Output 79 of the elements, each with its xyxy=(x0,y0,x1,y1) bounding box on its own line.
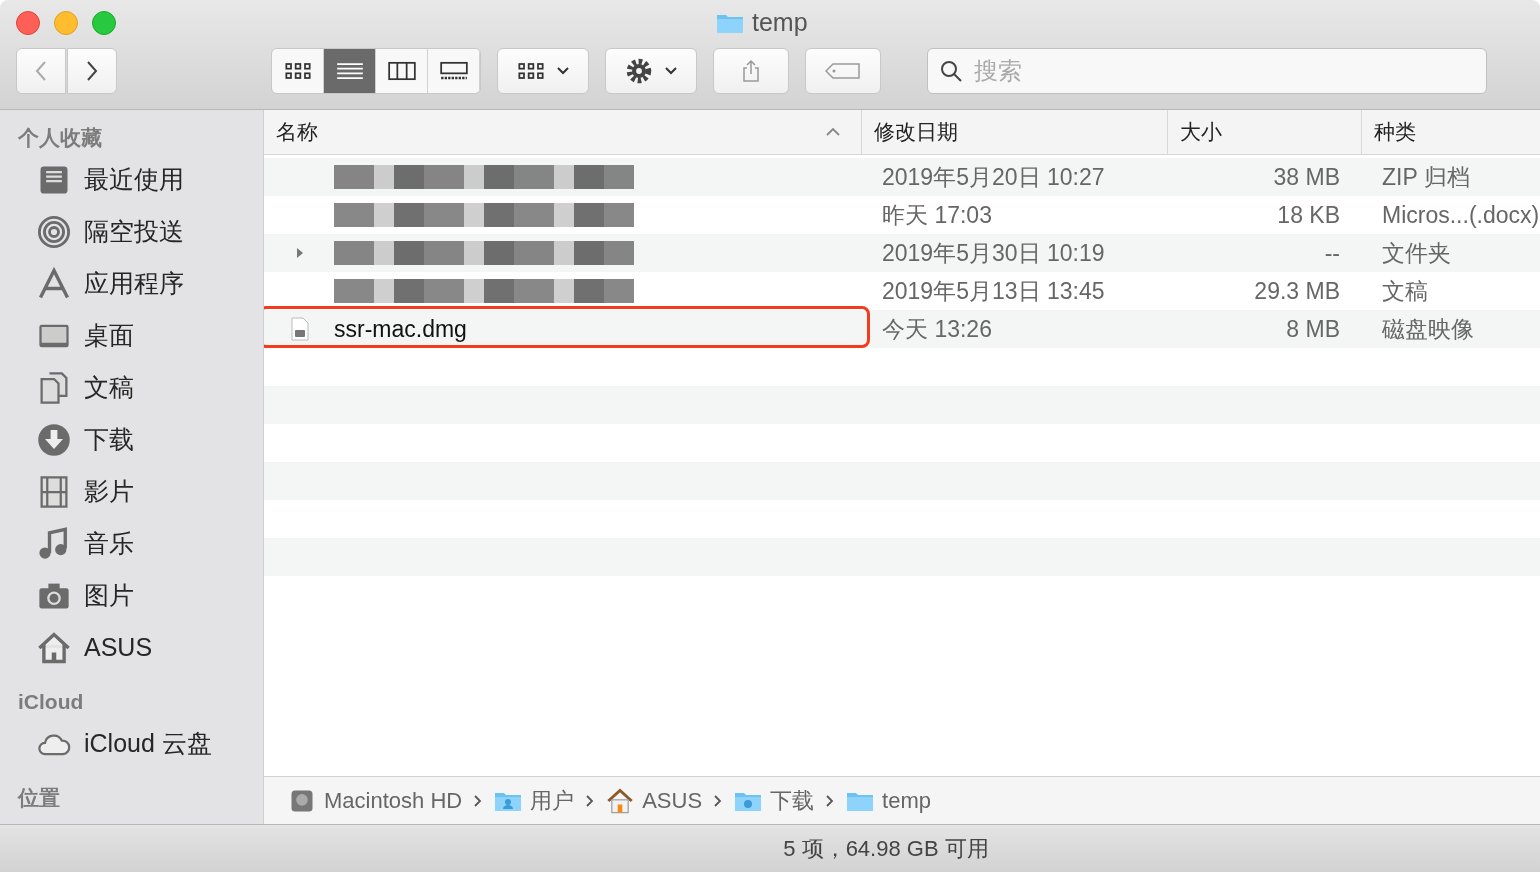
view-mode-button[interactable] xyxy=(272,49,324,93)
share-button[interactable] xyxy=(713,48,789,94)
icon-grid-icon xyxy=(283,61,312,81)
search-icon xyxy=(939,59,963,83)
forward-button[interactable] xyxy=(67,48,117,94)
zoom-button[interactable] xyxy=(92,11,116,35)
chevron-right-icon xyxy=(826,794,835,807)
action-menu-button[interactable] xyxy=(605,48,697,94)
modified-date: 昨天 17:03 xyxy=(881,200,993,230)
file-size: 8 MB xyxy=(1285,314,1341,344)
sidebar-item[interactable]: iCloud 云盘 xyxy=(0,718,263,770)
group-by-button[interactable] xyxy=(497,48,589,94)
path-item[interactable]: temp xyxy=(846,784,931,817)
file-kind: 磁盘映像 xyxy=(1381,314,1475,344)
file-row[interactable]: 2019年5月20日 10:27 38 MB ZIP 归档 xyxy=(264,158,1540,196)
modified-date: 今天 13:26 xyxy=(881,314,993,344)
columns-icon xyxy=(387,61,416,81)
file-kind: ZIP 归档 xyxy=(1381,162,1471,192)
sort-ascending-icon xyxy=(825,128,841,136)
file-size: 29.3 MB xyxy=(1253,276,1341,306)
sidebar-item[interactable]: 文稿 xyxy=(0,362,263,414)
sidebar-item[interactable]: ASUS xyxy=(0,622,263,674)
modified-date: 2019年5月30日 10:19 xyxy=(881,238,1106,268)
sidebar-item[interactable]: 图片 xyxy=(0,570,263,622)
column-header[interactable]: 名称 xyxy=(264,110,862,154)
column-header[interactable]: 种类 xyxy=(1362,110,1540,154)
sidebar-item[interactable]: 应用程序 xyxy=(0,258,263,310)
path-item[interactable]: ASUS xyxy=(606,784,703,817)
column-header[interactable]: 修改日期 xyxy=(862,110,1168,154)
sidebar-item[interactable]: 桌面 xyxy=(0,310,263,362)
sidebar-item[interactable]: 影片 xyxy=(0,466,263,518)
disclosure-triangle-icon[interactable] xyxy=(296,247,304,259)
close-button[interactable] xyxy=(16,11,40,35)
chevron-left-icon xyxy=(35,61,47,81)
icon-grid-icon xyxy=(517,61,545,81)
modified-date: 2019年5月13日 13:45 xyxy=(881,276,1106,306)
view-mode-button[interactable] xyxy=(376,49,428,93)
chevron-down-icon xyxy=(557,67,569,75)
path-item[interactable]: 用户 xyxy=(494,784,575,817)
download-icon xyxy=(36,422,72,458)
file-row[interactable]: 2019年5月30日 10:19 -- 文件夹 xyxy=(264,234,1540,272)
file-name: ssr-mac.dmg xyxy=(334,314,467,344)
sidebar-section-title: iCloud xyxy=(17,689,85,715)
file-size: 18 KB xyxy=(1276,200,1341,230)
sidebar-item[interactable]: 音乐 xyxy=(0,518,263,570)
tag-icon xyxy=(825,63,861,79)
chevron-right-icon xyxy=(86,61,98,81)
sidebar-item[interactable]: 下载 xyxy=(0,414,263,466)
view-mode-button[interactable] xyxy=(324,49,376,93)
status-bar: 5 项，64.98 GB 可用 xyxy=(0,824,1540,872)
gear-icon xyxy=(625,57,653,85)
file-kind: Micros...(.docx) xyxy=(1381,200,1540,230)
view-mode-button[interactable] xyxy=(428,49,480,93)
airdrop-icon xyxy=(36,214,72,250)
file-size: 38 MB xyxy=(1272,162,1341,192)
list-icon xyxy=(335,61,364,81)
chevron-right-icon xyxy=(586,794,595,807)
chevron-right-icon xyxy=(474,794,483,807)
chevron-down-icon xyxy=(665,67,677,75)
file-size: -- xyxy=(1323,238,1341,268)
path-item[interactable]: Macintosh HD xyxy=(288,784,463,817)
path-item[interactable]: 下载 xyxy=(734,784,815,817)
file-kind: 文稿 xyxy=(1381,276,1429,306)
sidebar-section-title: 个人收藏 xyxy=(17,125,103,151)
sidebar-item[interactable]: 隔空投送 xyxy=(0,206,263,258)
window-title: temp xyxy=(752,7,808,39)
sidebar-item[interactable]: 最近使用 xyxy=(0,154,263,206)
modified-date: 2019年5月20日 10:27 xyxy=(881,162,1106,192)
search-field[interactable]: 搜索 xyxy=(927,48,1487,94)
chevron-right-icon xyxy=(714,794,723,807)
share-icon xyxy=(741,59,761,83)
gallery-icon xyxy=(439,61,468,81)
column-header[interactable]: 大小 xyxy=(1168,110,1362,154)
tag-button[interactable] xyxy=(805,48,881,94)
disk-image-file-icon xyxy=(290,317,310,341)
house-icon xyxy=(36,630,72,666)
house-icon xyxy=(606,786,635,815)
sidebar-section-title: 位置 xyxy=(16,785,61,811)
file-kind: 文件夹 xyxy=(1381,238,1452,268)
